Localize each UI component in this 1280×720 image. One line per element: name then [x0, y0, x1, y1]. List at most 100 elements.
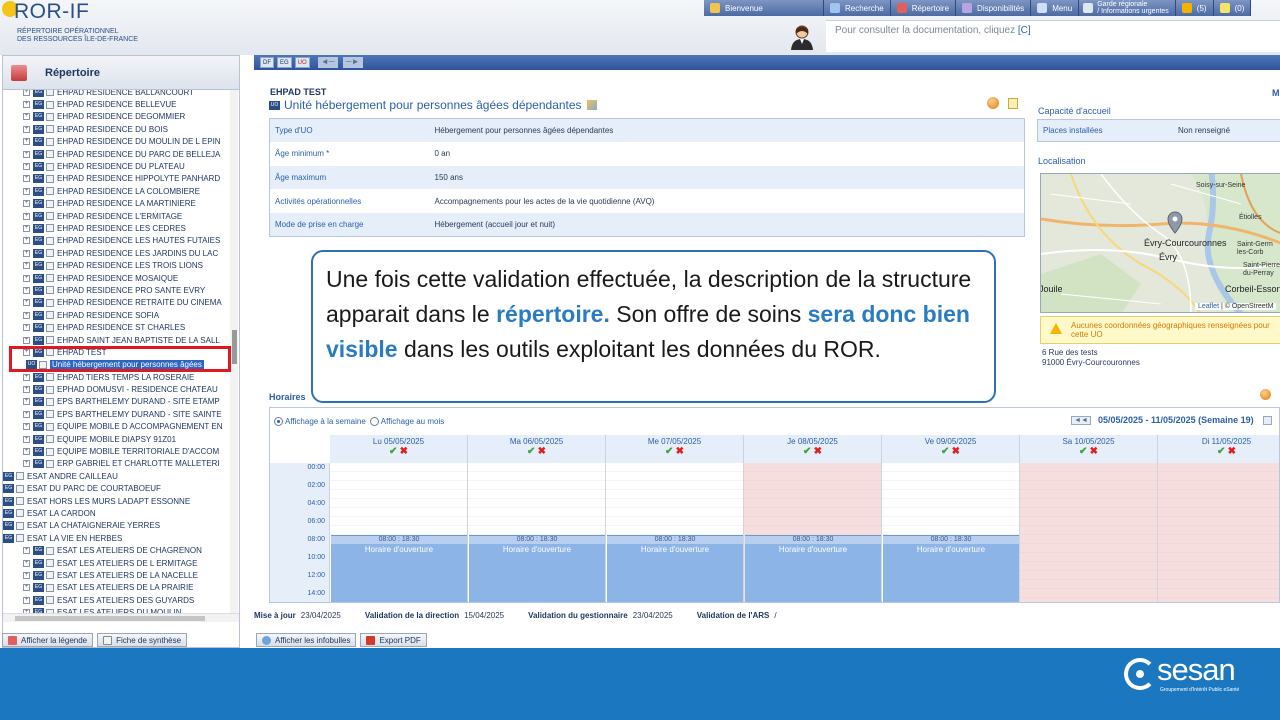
expand-icon[interactable]: +	[23, 200, 30, 208]
tree-item[interactable]: + EG EPS BARTHELEMY DURAND - SITE SAINTE	[3, 408, 231, 420]
tree-item[interactable]: + EG EHPAD RESIDENCE DEGOMMIER	[3, 111, 231, 123]
tree-item[interactable]: + EG ESAT LES ATELIERS DES GUYARDS	[3, 594, 231, 606]
expand-icon[interactable]: +	[23, 584, 30, 592]
validate-day-icon[interactable]: ✔	[389, 446, 397, 457]
tree-checkbox[interactable]	[46, 174, 54, 183]
tree-item[interactable]: + EG EHPAD RESIDENCE DU PLATEAU	[3, 160, 231, 172]
expand-icon[interactable]: +	[23, 212, 30, 220]
tree-checkbox[interactable]	[46, 373, 54, 382]
day-column[interactable]: 08:00 : 18:30 Horaire d'ouverture	[606, 463, 744, 602]
tree-checkbox[interactable]	[46, 336, 54, 344]
tree-checkbox[interactable]	[46, 286, 54, 295]
tree-checkbox[interactable]	[46, 150, 54, 159]
tree-item[interactable]: + EG EHPAD RESIDENCE LES JARDINS DU LAC	[3, 247, 231, 259]
tree-checkbox[interactable]	[46, 397, 54, 406]
nav-garde-regionale[interactable]: Garde régionale / Informations urgentes	[1079, 0, 1176, 16]
tree-checkbox[interactable]	[46, 435, 54, 444]
next-week-button[interactable]	[1262, 415, 1272, 425]
tree-item[interactable]: + EG EHPAD RESIDENCE DU PARC DE BELLEJA	[3, 148, 231, 160]
horaires-history-icon[interactable]	[1260, 389, 1271, 400]
edit-icon[interactable]	[586, 100, 597, 110]
expand-icon[interactable]: +	[23, 150, 30, 158]
tree-checkbox[interactable]	[46, 224, 54, 233]
day-column[interactable]	[1020, 463, 1158, 602]
expand-icon[interactable]: +	[23, 324, 30, 332]
expand-icon[interactable]: +	[23, 596, 30, 604]
show-tooltips-button[interactable]: Afficher les infobulles	[256, 633, 357, 647]
expand-icon[interactable]: +	[23, 559, 30, 567]
validate-day-icon[interactable]: ✔	[941, 446, 949, 457]
tree-checkbox[interactable]	[16, 534, 24, 543]
expand-icon[interactable]: +	[23, 274, 30, 282]
expand-icon[interactable]: +	[23, 113, 30, 121]
tree-item[interactable]: + EG EHPAD RESIDENCE HIPPOLYTE PANHARD	[3, 173, 231, 185]
tree-item[interactable]: + EG EHPAD RESIDENCE ST CHARLES	[3, 321, 231, 333]
expand-icon[interactable]: +	[23, 398, 30, 406]
scroll-thumb[interactable]	[232, 330, 237, 364]
previous-week-button[interactable]: ◄◄	[1071, 415, 1091, 425]
expand-icon[interactable]: +	[23, 125, 30, 133]
expand-icon[interactable]: +	[23, 90, 30, 96]
reject-day-icon[interactable]: ✖	[538, 446, 546, 457]
tree-checkbox[interactable]	[46, 112, 54, 121]
tree-checkbox[interactable]	[46, 199, 54, 208]
expand-icon[interactable]: +	[23, 163, 30, 171]
tree-item[interactable]: + EG EHPAD RESIDENCE DU MOULIN DE L EPIN	[3, 136, 231, 148]
summary-sheet-button[interactable]: Fiche de synthèse	[97, 633, 188, 647]
tree-item[interactable]: EG ESAT DU PARC DE COURTABOEUF	[3, 483, 231, 495]
tree-checkbox[interactable]	[46, 571, 54, 580]
tree-checkbox[interactable]	[46, 90, 54, 97]
tree-checkbox[interactable]	[46, 125, 54, 134]
tree-checkbox[interactable]	[46, 559, 54, 568]
expand-icon[interactable]: +	[23, 138, 30, 146]
tree-checkbox[interactable]	[46, 100, 54, 109]
location-map[interactable]: Soisy-sur-Seine Étiolles Évry-Courcouron…	[1040, 173, 1280, 313]
tree-item[interactable]: + EG EQUIPE MOBILE D ACCOMPAGNEMENT EN	[3, 421, 231, 433]
tree-item[interactable]: + EG EHPAD RESIDENCE MOSAIQUE	[3, 272, 231, 284]
tree-checkbox[interactable]	[46, 385, 54, 394]
tree-item[interactable]: EG ESAT LA CHATAIGNERAIE YERRES	[3, 520, 231, 532]
export-document-icon[interactable]	[1008, 98, 1018, 109]
tree-item[interactable]: + EG EPS BARTHELEMY DURAND - SITE ETAMP	[3, 396, 231, 408]
export-pdf-button[interactable]: Export PDF	[360, 633, 427, 647]
tree-item[interactable]: EG ESAT HORS LES MURS LADAPT ESSONNE	[3, 495, 231, 507]
tree-item[interactable]: + EG EHPAD RESIDENCE LA COLOMBIERE	[3, 185, 231, 197]
tree-checkbox[interactable]	[16, 509, 24, 518]
expand-icon[interactable]: +	[23, 101, 30, 109]
tree-item[interactable]: + EG ESAT LES ATELIERS DE LA PRAIRIE	[3, 582, 231, 594]
tree-checkbox[interactable]	[46, 323, 54, 332]
tree-checkbox[interactable]	[46, 459, 54, 468]
tree-checkbox[interactable]	[46, 249, 54, 258]
leaflet-link[interactable]: Leaflet	[1198, 303, 1219, 310]
nav-messages[interactable]: (0)	[1213, 0, 1252, 16]
expand-icon[interactable]: +	[23, 237, 30, 245]
tree-checkbox[interactable]	[46, 447, 54, 456]
expand-icon[interactable]: +	[23, 448, 30, 456]
tree-item[interactable]: + EG EQUIPE MOBILE TERRITORIALE D'ACCOM	[3, 445, 231, 457]
tree-checkbox[interactable]	[46, 583, 54, 592]
tree-item[interactable]: + EG EQUIPE MOBILE DIAPSY 91Z01	[3, 433, 231, 445]
day-column[interactable]: 08:00 : 18:30 Horaire d'ouverture	[468, 463, 606, 602]
tree-item[interactable]: + EG EHPAD RESIDENCE BALLANCOURT	[3, 90, 231, 98]
expand-icon[interactable]: +	[23, 423, 30, 431]
nav-alerts[interactable]: (5)	[1175, 0, 1214, 16]
expand-icon[interactable]: +	[23, 311, 30, 319]
tree-item[interactable]: + EG ESAT LES ATELIERS DU MOULIN	[3, 606, 231, 613]
validate-day-icon[interactable]: ✔	[527, 446, 535, 457]
tree-checkbox[interactable]	[46, 162, 54, 171]
reject-day-icon[interactable]: ✖	[952, 446, 960, 457]
validate-day-icon[interactable]: ✔	[1079, 446, 1087, 457]
history-icon[interactable]	[987, 97, 999, 109]
expand-icon[interactable]: +	[23, 224, 30, 232]
expand-icon[interactable]: +	[23, 373, 30, 381]
reject-day-icon[interactable]: ✖	[676, 446, 684, 457]
back-arrow-icon[interactable]: ◄─	[317, 57, 338, 68]
tree-item[interactable]: + EG ESAT LES ATELIERS DE CHAGRENON	[3, 544, 231, 556]
tree-item[interactable]: + EG EHPAD RESIDENCE LES CEDRES	[3, 222, 231, 234]
tree-item[interactable]: + EG EHPAD RESIDENCE LA MARTINIERE	[3, 198, 231, 210]
tree-checkbox[interactable]	[46, 422, 54, 431]
tree-item[interactable]: + EG EHPAD RESIDENCE RETRAITE DU CINEMA	[3, 297, 231, 309]
tree-checkbox[interactable]	[46, 261, 54, 270]
tree-item[interactable]: EG ESAT LA VIE EN HERBES	[3, 532, 231, 544]
opening-hours-slot[interactable]: 08:00 : 18:30 Horaire d'ouverture	[883, 535, 1019, 602]
